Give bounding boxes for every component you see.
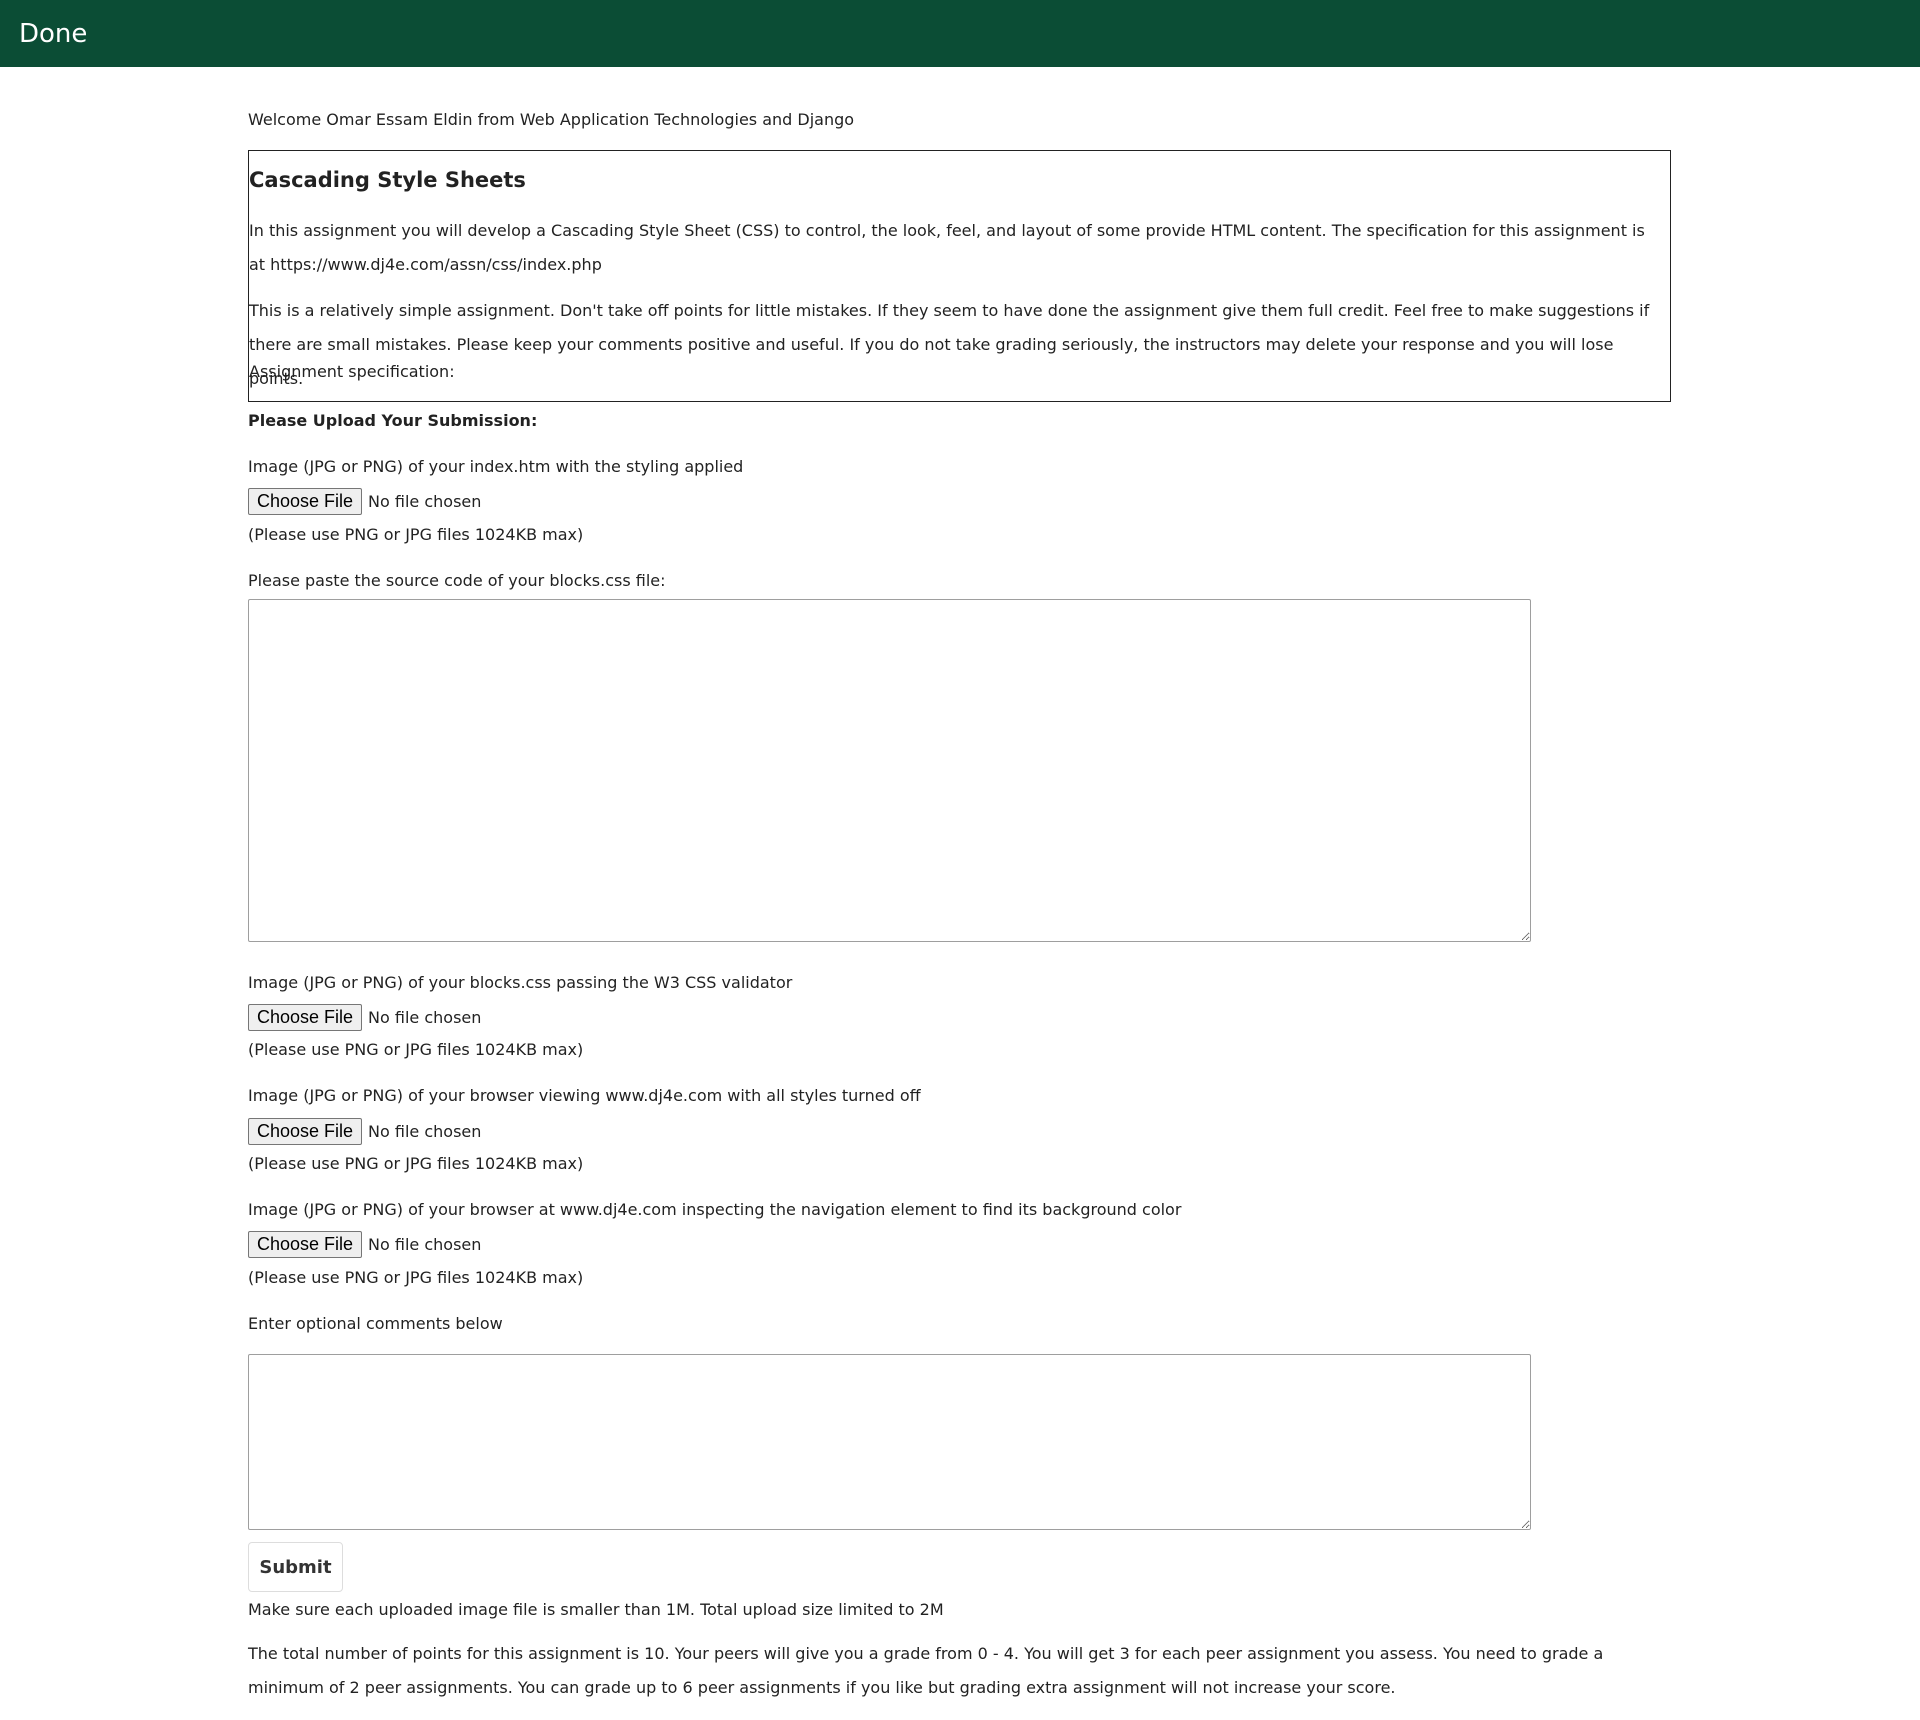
assignment-description-box: Cascading Style Sheets In this assignmen… [248, 150, 1671, 402]
image2-choose-file-button[interactable]: Choose File [248, 1003, 363, 1031]
image4-file-note: (Please use PNG or JPG files 1024KB max) [248, 1268, 584, 1287]
upload-heading: Please Upload Your Submission: [248, 411, 538, 430]
assignment-title: Cascading Style Sheets [249, 168, 526, 192]
image1-choose-file-button[interactable]: Choose File [248, 487, 363, 515]
comments-textarea[interactable] [248, 1354, 1531, 1530]
image2-label: Image (JPG or PNG) of your blocks.css pa… [248, 973, 793, 992]
assignment-specification-label: Assignment specification: [249, 362, 455, 381]
image1-file-status: No file chosen [368, 491, 482, 511]
grading-instructions: This is a relatively simple assignment. … [249, 301, 1650, 388]
upload-size-note: Make sure each uploaded image file is sm… [248, 1600, 944, 1619]
image4-file-input: Choose File No file chosen [248, 1230, 481, 1258]
done-button[interactable]: Done [19, 17, 87, 51]
welcome-message: Welcome Omar Essam Eldin from Web Applic… [248, 110, 855, 129]
image1-file-note: (Please use PNG or JPG files 1024KB max) [248, 525, 584, 544]
code-label: Please paste the source code of your blo… [248, 571, 666, 590]
image4-label: Image (JPG or PNG) of your browser at ww… [248, 1200, 1182, 1219]
image1-file-input: Choose File No file chosen [248, 487, 481, 515]
image4-file-status: No file chosen [368, 1234, 482, 1254]
points-info: The total number of points for this assi… [248, 1644, 1604, 1697]
submit-button[interactable]: Submit [248, 1542, 343, 1592]
css-code-textarea[interactable] [248, 599, 1531, 942]
image1-label: Image (JPG or PNG) of your index.htm wit… [248, 457, 744, 476]
image3-choose-file-button[interactable]: Choose File [248, 1117, 363, 1145]
top-navbar: Done [0, 0, 1920, 67]
image3-file-note: (Please use PNG or JPG files 1024KB max) [248, 1154, 584, 1173]
image2-file-note: (Please use PNG or JPG files 1024KB max) [248, 1040, 584, 1059]
image4-choose-file-button[interactable]: Choose File [248, 1230, 363, 1258]
image3-file-input: Choose File No file chosen [248, 1117, 481, 1145]
image2-file-input: Choose File No file chosen [248, 1003, 481, 1031]
image2-file-status: No file chosen [368, 1007, 482, 1027]
assignment-description: In this assignment you will develop a Ca… [249, 221, 1645, 274]
image3-label: Image (JPG or PNG) of your browser viewi… [248, 1086, 921, 1105]
comments-label: Enter optional comments below [248, 1314, 503, 1333]
image3-file-status: No file chosen [368, 1121, 482, 1141]
